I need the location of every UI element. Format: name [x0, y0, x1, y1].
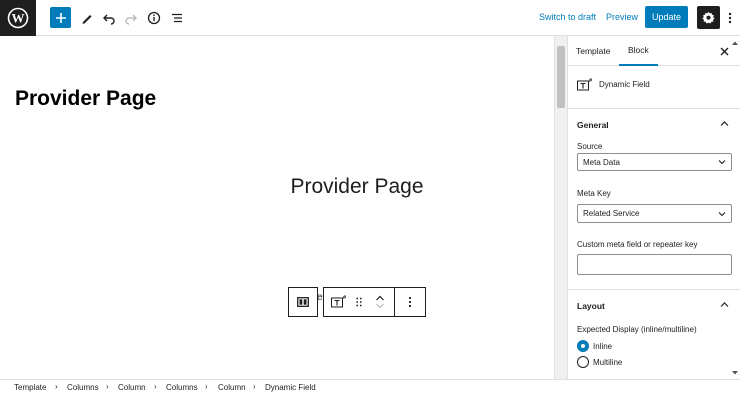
scroll-down-arrow-icon[interactable]	[731, 370, 739, 376]
general-panel-title: General	[577, 120, 609, 130]
source-label: Source	[577, 142, 603, 151]
redo-button[interactable]	[121, 8, 141, 28]
list-view-button[interactable]	[167, 8, 187, 28]
expected-display-label: Expected Display (inline/multiline)	[577, 325, 697, 334]
undo-button[interactable]	[99, 8, 119, 28]
breadcrumb-separator-icon: ›	[55, 382, 58, 391]
meta-key-select[interactable]: Related Service	[577, 204, 732, 223]
svg-text:W: W	[12, 11, 25, 26]
tab-template[interactable]: Template	[576, 36, 611, 66]
source-select[interactable]: Meta Data	[577, 153, 732, 171]
tab-block[interactable]: Block	[619, 36, 658, 66]
block-toolbar: #	[288, 287, 426, 317]
editor-canvas[interactable]: Provider Page Provider Page #	[0, 36, 554, 379]
page-title-heading[interactable]: Provider Page	[15, 87, 156, 111]
wordpress-logo[interactable]: W	[0, 0, 36, 36]
chevron-up-icon	[720, 121, 729, 126]
editor-header: W Switch to draft Preview Update	[0, 0, 740, 36]
breadcrumb-separator-icon: ›	[253, 382, 256, 391]
radio-inline[interactable]	[577, 340, 589, 352]
move-buttons	[366, 288, 394, 316]
custom-meta-field-label: Custom meta field or repeater key	[577, 240, 698, 249]
breadcrumb-item-current: Dynamic Field	[265, 383, 316, 392]
canvas-scrollbar[interactable]	[554, 36, 567, 379]
chevron-up-icon[interactable]	[375, 294, 385, 302]
list-view-icon	[172, 13, 182, 23]
drag-handle[interactable]	[352, 288, 366, 316]
close-sidebar-button[interactable]	[717, 44, 731, 58]
details-button[interactable]	[144, 8, 164, 28]
source-select-value: Meta Data	[583, 157, 620, 167]
breadcrumb-item[interactable]: Column	[218, 383, 246, 392]
dynamic-field-icon: #	[577, 78, 592, 91]
breadcrumb-item[interactable]: Columns	[166, 383, 198, 392]
wordpress-icon: W	[7, 7, 29, 29]
update-button[interactable]: Update	[645, 6, 688, 28]
meta-key-select-value: Related Service	[583, 209, 640, 218]
scroll-up-arrow-icon[interactable]	[731, 40, 739, 46]
breadcrumb-item[interactable]: Columns	[67, 383, 99, 392]
svg-text:#: #	[588, 78, 592, 84]
block-card: # Dynamic Field	[567, 66, 740, 109]
radio-inline-label[interactable]: Inline	[593, 342, 612, 351]
tools-button[interactable]	[77, 8, 97, 28]
close-icon	[720, 47, 728, 55]
drag-handle-icon	[356, 297, 362, 307]
breadcrumb-separator-icon: ›	[106, 382, 109, 391]
chevron-down-icon[interactable]	[375, 302, 385, 310]
settings-sidebar: Template Block # Dynamic Field General S…	[567, 36, 740, 379]
chevron-down-icon	[718, 160, 726, 165]
sidebar-border	[567, 36, 568, 379]
breadcrumb-separator-icon: ›	[205, 382, 208, 391]
general-panel-toggle[interactable]: General	[567, 109, 740, 139]
switch-to-draft-button[interactable]: Switch to draft	[539, 12, 596, 22]
sidebar-tabs: Template Block	[567, 36, 740, 66]
columns-icon	[297, 297, 309, 307]
block-controls-group: #	[323, 287, 426, 317]
dynamic-field-icon: #	[331, 295, 346, 308]
undo-icon	[103, 14, 115, 25]
add-block-button[interactable]	[50, 7, 71, 28]
more-vertical-icon	[728, 12, 732, 24]
info-icon	[147, 11, 161, 25]
block-options-button[interactable]	[395, 288, 425, 316]
select-parent-block-button[interactable]	[288, 287, 318, 317]
chevron-up-icon	[720, 302, 729, 307]
layout-panel-title: Layout	[577, 301, 605, 311]
sidebar-scrollbar[interactable]	[730, 36, 740, 379]
breadcrumb-item[interactable]: Template	[14, 383, 46, 392]
pencil-icon	[82, 15, 92, 24]
canvas-scrollbar-thumb[interactable]	[557, 46, 565, 108]
block-type-button[interactable]: #	[324, 288, 352, 316]
partially-hidden-text: e	[317, 292, 323, 303]
breadcrumb-separator-icon: ›	[154, 382, 157, 391]
custom-meta-field-input[interactable]	[577, 254, 732, 275]
svg-text:#: #	[342, 295, 346, 301]
layout-panel-toggle[interactable]: Layout	[567, 290, 740, 320]
radio-multiline[interactable]	[577, 356, 589, 368]
options-button[interactable]	[722, 8, 738, 28]
block-name: Dynamic Field	[599, 80, 650, 89]
breadcrumb-item[interactable]: Column	[118, 383, 146, 392]
post-title-block[interactable]: Provider Page	[0, 175, 554, 199]
block-breadcrumb: Template › Columns › Column › Columns › …	[0, 379, 740, 393]
gear-icon	[702, 11, 715, 24]
radio-multiline-label[interactable]: Multiline	[593, 358, 622, 367]
meta-key-label: Meta Key	[577, 189, 611, 198]
chevron-down-icon	[718, 211, 726, 216]
redo-icon	[125, 14, 137, 25]
preview-button[interactable]: Preview	[606, 12, 638, 22]
plus-icon	[55, 12, 66, 23]
settings-button[interactable]	[697, 6, 720, 29]
more-vertical-icon	[408, 296, 412, 308]
